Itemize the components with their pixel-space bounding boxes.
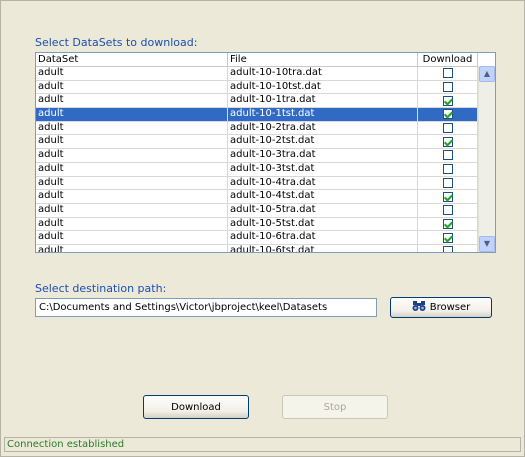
table-row[interactable]: adult adult-10-6tra.dat	[36, 231, 478, 245]
dataset-cell: adult	[36, 190, 228, 203]
stop-button[interactable]: Stop	[282, 395, 388, 419]
dataset-cell: adult	[36, 121, 228, 135]
column-header-file[interactable]: File	[228, 53, 418, 66]
table-body: adult adult-10-10tra.dat adult adult-10-10t…	[36, 67, 478, 252]
file-cell: adult-10-10tst.dat	[228, 80, 418, 94]
download-checkbox[interactable]	[442, 177, 453, 188]
file-cell: adult-10-5tra.dat	[228, 203, 418, 217]
table-row[interactable]: adult adult-10-5tst.dat	[36, 217, 478, 232]
table-row[interactable]: adult adult-10-4tst.dat	[36, 190, 478, 204]
download-cell	[418, 217, 478, 231]
download-checkbox[interactable]	[442, 95, 453, 106]
download-cell	[418, 80, 478, 94]
browser-button[interactable]: Browser	[390, 297, 492, 318]
browser-button-label: Browser	[429, 302, 471, 313]
download-cell	[418, 190, 478, 203]
download-checkbox[interactable]	[442, 246, 453, 252]
table-row[interactable]: adult adult-10-3tra.dat	[36, 149, 478, 163]
download-checkbox[interactable]	[442, 109, 453, 120]
download-cell	[418, 176, 478, 190]
dataset-cell: adult	[36, 231, 228, 244]
download-checkbox[interactable]	[442, 218, 453, 229]
column-header-dataset[interactable]: DataSet	[36, 53, 228, 66]
download-checkbox[interactable]	[442, 232, 453, 243]
binoculars-icon	[412, 300, 426, 315]
column-header-download[interactable]: Download	[418, 53, 478, 66]
download-checkbox[interactable]	[442, 191, 453, 202]
file-cell: adult-10-2tra.dat	[228, 121, 418, 135]
scroll-down-icon[interactable]: ▼	[479, 236, 495, 252]
file-cell: adult-10-4tra.dat	[228, 176, 418, 190]
table-row[interactable]: adult adult-10-1tra.dat	[36, 94, 478, 109]
file-cell: adult-10-1tra.dat	[228, 94, 418, 108]
table-row[interactable]: adult adult-10-1tst.dat	[36, 108, 478, 122]
download-checkbox[interactable]	[442, 205, 453, 216]
scroll-up-icon[interactable]: ▲	[479, 66, 495, 82]
download-checkbox[interactable]	[442, 150, 453, 161]
dataset-cell: adult	[36, 108, 228, 121]
download-cell	[418, 135, 478, 149]
download-datasets-window: Select DataSets to download: DataSet Fil…	[0, 0, 525, 457]
dataset-cell: adult	[36, 94, 228, 108]
file-cell: adult-10-10tra.dat	[228, 67, 418, 80]
datasets-label: Select DataSets to download:	[35, 36, 198, 49]
file-cell: adult-10-3tra.dat	[228, 149, 418, 162]
download-cell	[418, 149, 478, 162]
dataset-cell: adult	[36, 203, 228, 217]
dataset-cell: adult	[36, 162, 228, 176]
file-cell: adult-10-4tst.dat	[228, 190, 418, 203]
download-cell	[418, 203, 478, 217]
file-cell: adult-10-2tst.dat	[228, 135, 418, 149]
download-checkbox[interactable]	[442, 123, 453, 134]
download-cell	[418, 108, 478, 121]
destination-label: Select destination path:	[35, 282, 167, 295]
download-button[interactable]: Download	[143, 395, 249, 419]
table-row[interactable]: adult adult-10-3tst.dat	[36, 162, 478, 177]
file-cell: adult-10-6tra.dat	[228, 231, 418, 244]
download-cell	[418, 67, 478, 80]
dataset-cell: adult	[36, 67, 228, 80]
dataset-cell: adult	[36, 149, 228, 162]
table-row[interactable]: adult adult-10-4tra.dat	[36, 176, 478, 191]
vertical-scrollbar[interactable]: ▲ ▼	[478, 66, 495, 252]
download-cell	[418, 121, 478, 135]
download-cell	[418, 244, 478, 252]
download-cell	[418, 162, 478, 176]
download-checkbox[interactable]	[442, 164, 453, 175]
table-row[interactable]: adult adult-10-2tra.dat	[36, 121, 478, 136]
download-cell	[418, 231, 478, 244]
dataset-cell: adult	[36, 176, 228, 190]
table-row[interactable]: adult adult-10-10tst.dat	[36, 80, 478, 95]
download-checkbox[interactable]	[442, 136, 453, 147]
table-header: DataSet File Download	[36, 53, 478, 67]
datasets-table[interactable]: DataSet File Download adult adult-10-10tr…	[35, 52, 496, 253]
file-cell: adult-10-5tst.dat	[228, 217, 418, 231]
download-cell	[418, 94, 478, 108]
table-row[interactable]: adult adult-10-10tra.dat	[36, 67, 478, 81]
dataset-cell: adult	[36, 135, 228, 149]
dataset-cell: adult	[36, 244, 228, 252]
table-row[interactable]: adult adult-10-5tra.dat	[36, 203, 478, 218]
download-checkbox[interactable]	[442, 82, 453, 93]
dataset-cell: adult	[36, 217, 228, 231]
destination-path-input[interactable]	[35, 298, 377, 317]
dataset-cell: adult	[36, 80, 228, 94]
file-cell: adult-10-3tst.dat	[228, 162, 418, 176]
table-row[interactable]: adult adult-10-6tst.dat	[36, 244, 478, 252]
download-checkbox[interactable]	[442, 68, 453, 79]
status-bar: Connection established	[4, 437, 521, 452]
file-cell: adult-10-1tst.dat	[228, 108, 418, 121]
table-row[interactable]: adult adult-10-2tst.dat	[36, 135, 478, 150]
file-cell: adult-10-6tst.dat	[228, 244, 418, 252]
